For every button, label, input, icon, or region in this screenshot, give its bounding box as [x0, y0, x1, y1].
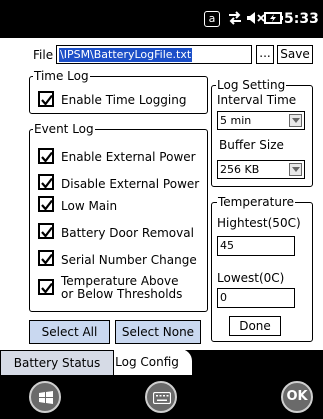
battery-door-removal-label: Battery Door Removal [61, 226, 194, 240]
sync-arrows-icon[interactable] [226, 11, 244, 29]
lowest-temperature-label: Lowest(0C) [217, 271, 285, 285]
low-main-label: Low Main [61, 199, 118, 213]
temperature-title: Temperature [217, 195, 296, 209]
select-none-button[interactable]: Select None [115, 320, 201, 344]
enable-time-logging-checkbox[interactable] [38, 91, 54, 107]
save-button[interactable]: Save [277, 45, 313, 64]
event-log-title: Event Log [33, 122, 95, 136]
speaker-muted-icon[interactable] [246, 11, 266, 29]
low-main-checkbox[interactable] [38, 196, 54, 212]
checkmark-icon [41, 151, 53, 163]
battery-charging-icon[interactable] [264, 11, 284, 29]
lowest-temperature-input[interactable]: 0 [217, 288, 295, 308]
file-path-text: \IPSM\BatteryLogFile.txt [59, 48, 193, 62]
tab-log-config[interactable]: Log Config [114, 349, 180, 375]
interval-time-value: 5 min [220, 114, 252, 127]
log-setting-title: Log Setting [216, 78, 287, 92]
enable-external-power-checkbox[interactable] [38, 148, 54, 164]
file-path-input[interactable]: \IPSM\BatteryLogFile.txt [56, 45, 252, 64]
checkmark-icon [41, 177, 53, 189]
input-mode-indicator: a [204, 11, 220, 27]
chevron-down-icon[interactable] [289, 114, 302, 127]
clock-time: 5:33 [284, 11, 319, 27]
serial-number-change-label: Serial Number Change [61, 253, 197, 267]
keyboard-icon[interactable] [145, 381, 177, 413]
checkmark-icon [41, 282, 53, 294]
temperature-thresholds-label: Temperature Above or Below Thresholds [61, 275, 182, 301]
buffer-size-label: Buffer Size [219, 138, 284, 152]
interval-time-select[interactable]: 5 min [217, 111, 305, 130]
highest-temperature-input[interactable]: 45 [217, 236, 295, 256]
select-all-button[interactable]: Select All [29, 320, 110, 344]
ok-button[interactable]: OK [281, 381, 313, 413]
windows-start-icon[interactable] [29, 381, 61, 413]
battery-door-removal-checkbox[interactable] [38, 223, 54, 239]
buffer-size-select[interactable]: 256 KB [217, 160, 305, 179]
done-button[interactable]: Done [229, 316, 281, 336]
buffer-size-value: 256 KB [220, 163, 260, 176]
time-log-title: Time Log [33, 69, 90, 83]
disable-external-power-label: Disable External Power [61, 177, 200, 191]
interval-time-label: Interval Time [217, 93, 297, 107]
file-label: File [33, 48, 54, 62]
temperature-thresholds-checkbox[interactable] [38, 279, 54, 295]
enable-time-logging-label: Enable Time Logging [61, 93, 187, 107]
checkmark-icon [41, 226, 53, 238]
checkmark-icon [41, 199, 53, 211]
tab-battery-status[interactable]: Battery Status [1, 351, 113, 375]
enable-external-power-label: Enable External Power [61, 150, 196, 164]
highest-temperature-label: Hightest(50C) [217, 216, 301, 230]
browse-button[interactable]: ... [256, 45, 274, 64]
serial-number-change-checkbox[interactable] [38, 250, 54, 266]
disable-external-power-checkbox[interactable] [38, 174, 54, 190]
checkmark-icon [41, 253, 53, 265]
chevron-down-icon[interactable] [289, 163, 302, 176]
checkmark-icon [41, 94, 53, 106]
temperature-thresholds-label-line2: or Below Thresholds [61, 287, 183, 301]
